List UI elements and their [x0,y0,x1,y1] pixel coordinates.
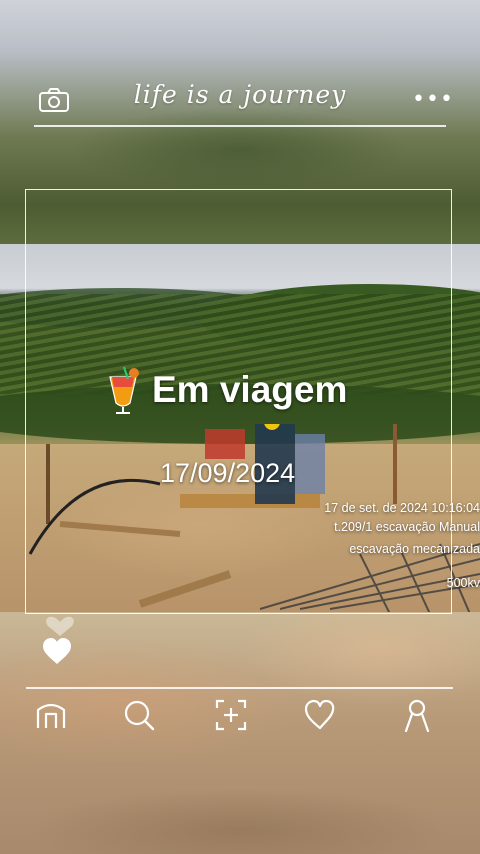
photo-stamp-line2: t.209/1 escavação Manual [334,520,480,534]
cocktail-icon [109,366,139,414]
camera-icon[interactable] [38,86,70,114]
header-divider [34,125,446,127]
heart-icon[interactable] [40,612,80,668]
search-icon[interactable] [122,698,156,732]
bottom-nav [0,690,480,744]
post-caption: Em viagem [152,369,348,410]
nav-divider [26,687,453,689]
favorites-heart-icon[interactable] [303,698,337,732]
top-bar: life is a journey ••• [0,76,480,126]
photo-stamp-datetime: 17 de set. de 2024 10:16:04 [324,501,480,515]
profile-icon[interactable] [400,698,434,732]
post-date: 17/09/2024 [160,458,296,488]
photo-stamp-line4: 500kv [446,576,480,590]
app-title: life is a journey [133,80,347,109]
more-dots-icon[interactable]: ••• [412,89,453,111]
add-scan-icon[interactable] [214,698,248,732]
home-icon[interactable] [34,698,68,732]
photo-stamp-line3: escavação mecanizada [349,542,480,556]
